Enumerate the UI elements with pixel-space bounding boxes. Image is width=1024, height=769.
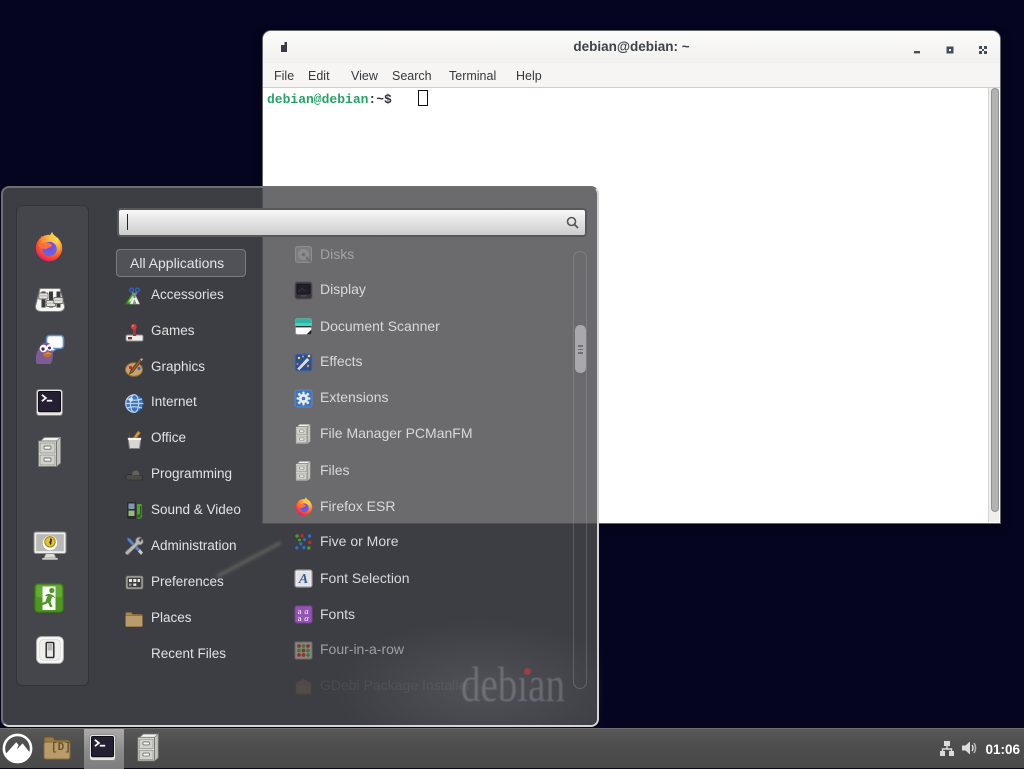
svg-text:A: A	[298, 572, 308, 587]
svg-text:a: a	[298, 613, 302, 623]
svg-text:α: α	[304, 613, 309, 623]
